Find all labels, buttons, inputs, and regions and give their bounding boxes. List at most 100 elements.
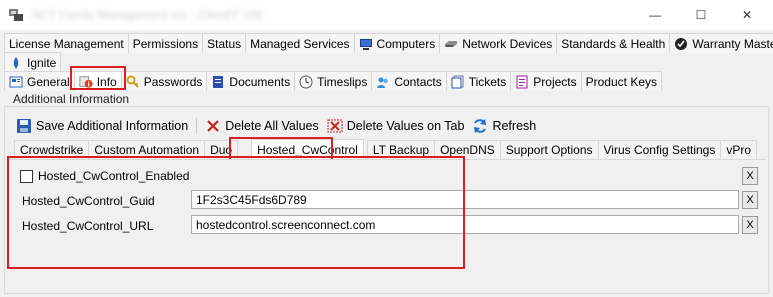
tab-label: Documents [229, 74, 291, 89]
ignite-icon [9, 56, 23, 70]
tab-network-devices[interactable]: Network Devices [439, 33, 558, 53]
tickets-icon [451, 75, 465, 89]
tab-label: General [27, 74, 70, 89]
tab-label: Computers [376, 36, 436, 51]
tab-label: Passwords [143, 74, 203, 89]
subtab-crowdstrike[interactable]: Crowdstrike [14, 140, 90, 159]
delete-all-label: Delete All Values [225, 119, 319, 133]
group-label: Additional Information [13, 92, 130, 106]
toolbar-separator [196, 118, 198, 134]
tab-ignite[interactable]: Ignite [4, 52, 62, 72]
subtab-hosted-cwcontrol[interactable]: Hosted_CwControl [251, 139, 364, 159]
delete-x-icon [205, 118, 221, 134]
toolbar: Save Additional Information Delete All V… [12, 116, 540, 136]
tab-timeslips[interactable]: Timeslips [294, 71, 373, 91]
computer-icon [359, 37, 373, 51]
subtab-label: LT Backup [372, 143, 430, 157]
delete-all-button[interactable]: Delete All Values [201, 116, 323, 136]
tab-label: Network Devices [462, 36, 553, 51]
main-tabs-row-2: Ignite [4, 52, 62, 72]
maximize-button[interactable]: ☐ [678, 0, 724, 30]
save-icon [16, 118, 32, 134]
hosted-cwcontrol-content: Hosted_CwControl_Enabled X Hosted_CwCont… [10, 159, 766, 291]
guid-input[interactable] [191, 190, 739, 209]
guid-label: Hosted_CwControl_Guid [22, 194, 155, 208]
tab-label: Projects [533, 74, 577, 89]
subtab-vpro[interactable]: vPro [720, 140, 758, 159]
tab-label: Status [207, 36, 242, 51]
clear-enabled-button[interactable]: X [742, 167, 758, 185]
window-title: ACT Family Management Inc - ClientIT 100 [32, 8, 263, 22]
title-bar: ACT Family Management Inc - ClientIT 100… [0, 0, 773, 30]
subtab-label: Support Options [505, 143, 593, 157]
subtab-label: vPro [726, 143, 752, 157]
tab-managed-services[interactable]: Managed Services [245, 33, 355, 53]
refresh-button[interactable]: Refresh [468, 116, 540, 136]
tab-contacts[interactable]: Contacts [371, 71, 447, 91]
tab-computers[interactable]: Computers [353, 33, 441, 53]
delete-tab-icon [327, 118, 343, 134]
subtab-lt-backup[interactable]: LT Backup [366, 140, 436, 159]
sub-tabs: Crowdstrike Custom Automation Duo Hosted… [14, 139, 758, 159]
tab-general[interactable]: General [4, 71, 75, 91]
tab-label: Info [96, 74, 117, 89]
tab-label: Contacts [394, 74, 442, 89]
url-row: Hosted_CwControl_URL X [10, 215, 766, 237]
main-tabs-row-3: General Info Passwords Documents Timesli… [4, 71, 662, 91]
subtab-virus-config-settings[interactable]: Virus Config Settings [597, 140, 722, 159]
subtab-duo[interactable]: Duo [204, 140, 239, 159]
tab-label: Ignite [27, 55, 57, 70]
subtab-custom-automation[interactable]: Custom Automation [88, 140, 206, 159]
document-icon [211, 75, 225, 89]
guid-row: Hosted_CwControl_Guid X [10, 190, 766, 212]
info-icon [79, 75, 93, 89]
clear-guid-button[interactable]: X [742, 191, 758, 209]
tab-license-management[interactable]: License Management [4, 33, 129, 53]
tab-label: Product Keys [585, 74, 657, 89]
enabled-checkbox[interactable] [20, 170, 33, 183]
delete-on-tab-label: Delete Values on Tab [346, 119, 465, 133]
projects-icon [515, 75, 529, 89]
refresh-label: Refresh [492, 119, 537, 133]
subtab-support-options[interactable]: Support Options [499, 140, 599, 159]
subtab-label: Virus Config Settings [603, 143, 716, 157]
enabled-label: Hosted_CwControl_Enabled [38, 169, 190, 183]
app-icon [8, 7, 24, 23]
save-button[interactable]: Save Additional Information [12, 116, 192, 136]
save-label: Save Additional Information [36, 119, 189, 133]
tab-label: Permissions [132, 36, 199, 51]
subtab-label: Duo [210, 143, 233, 157]
tab-permissions[interactable]: Permissions [127, 33, 204, 53]
tab-label: Tickets [468, 74, 507, 89]
tab-standards-health[interactable]: Standards & Health [556, 33, 671, 53]
subtab-label: Custom Automation [94, 143, 200, 157]
tab-product-keys[interactable]: Product Keys [580, 71, 662, 91]
tab-tickets[interactable]: Tickets [445, 71, 512, 91]
tab-label: License Management [9, 36, 124, 51]
clock-icon [299, 75, 313, 89]
delete-on-tab-button[interactable]: Delete Values on Tab [323, 116, 469, 136]
tab-status[interactable]: Status [202, 33, 247, 53]
minimize-button[interactable]: — [632, 0, 678, 30]
subtab-label: Crowdstrike [20, 143, 84, 157]
tab-projects[interactable]: Projects [510, 71, 582, 91]
tab-info[interactable]: Info [73, 71, 122, 91]
subtab-label: OpenDNS [440, 143, 495, 157]
general-icon [9, 75, 23, 89]
subtab-label: Hosted_CwControl [257, 142, 358, 157]
key-icon [126, 75, 140, 89]
tab-documents[interactable]: Documents [206, 71, 296, 91]
enabled-row: Hosted_CwControl_Enabled X [10, 165, 766, 187]
url-label: Hosted_CwControl_URL [22, 219, 154, 233]
network-device-icon [444, 37, 458, 51]
close-button[interactable]: ✕ [724, 0, 770, 30]
refresh-icon [472, 118, 488, 134]
subtab-opendns[interactable]: OpenDNS [434, 140, 501, 159]
tab-label: Standards & Health [561, 36, 666, 51]
url-input[interactable] [191, 215, 739, 234]
tab-label: Timeslips [317, 74, 368, 89]
tab-passwords[interactable]: Passwords [120, 71, 208, 91]
contacts-icon [376, 75, 390, 89]
clear-url-button[interactable]: X [742, 216, 758, 234]
tab-warranty-master[interactable]: Warranty Master™ [669, 33, 773, 53]
